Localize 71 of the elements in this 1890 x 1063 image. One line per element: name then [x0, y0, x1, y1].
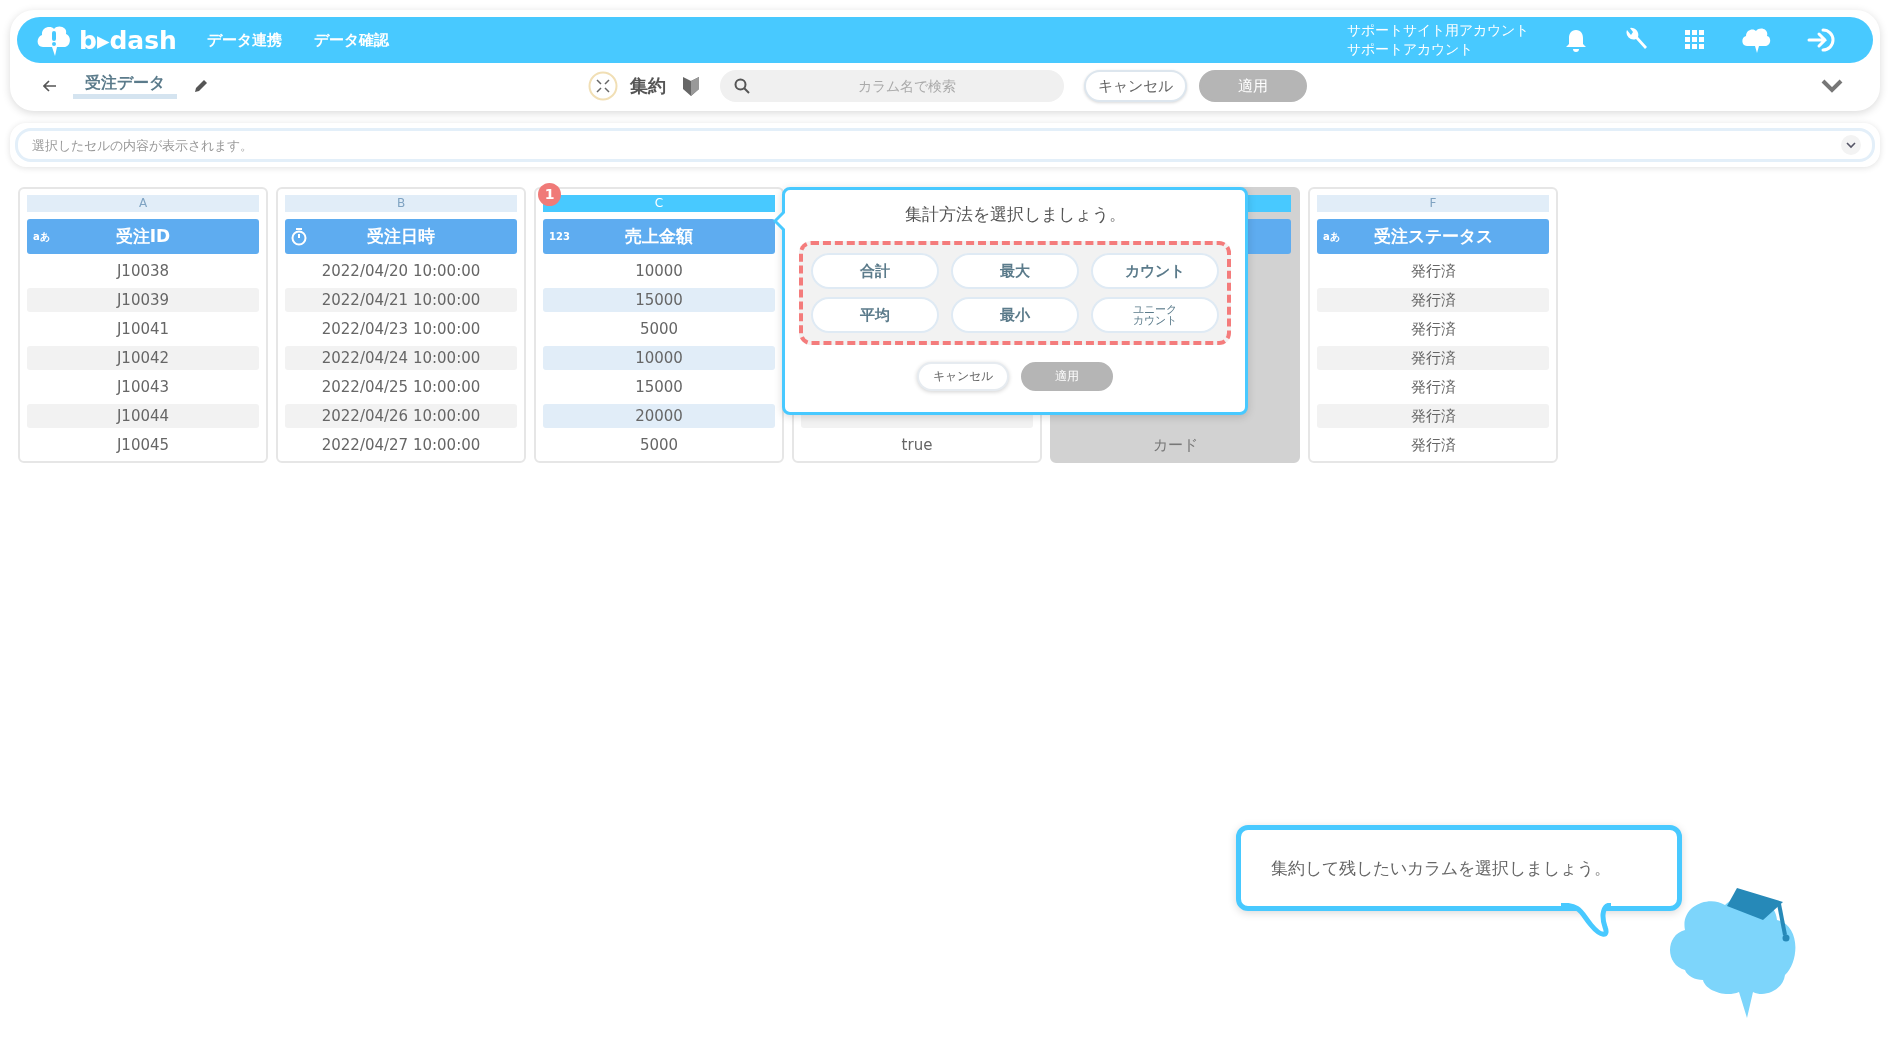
table-cell: J10044	[27, 404, 259, 428]
table-cell: 発行済	[1317, 346, 1549, 370]
table-cell-text: 10000	[634, 261, 684, 282]
table-cell: J10039	[27, 288, 259, 312]
stopwatch-icon	[291, 227, 307, 246]
table-cell-text: 発行済	[1409, 435, 1457, 456]
table-cell-text: true	[900, 435, 934, 456]
shield-icon[interactable]	[682, 75, 700, 97]
logo-text: b▸dash	[79, 25, 177, 55]
step-badge: 1	[538, 183, 561, 206]
aggregation-option[interactable]: カウント	[1091, 253, 1219, 289]
table-cell: J10042	[27, 346, 259, 370]
account-name: サポートサイト用アカウント	[1347, 21, 1529, 40]
table-cell-text: 2022/04/27 10:00:00	[320, 435, 482, 456]
table-cell-text: 5000	[638, 319, 680, 340]
mode-label: 集約	[630, 74, 666, 98]
column-header[interactable]: 123 売上金額	[543, 219, 775, 254]
column-card[interactable]: B 受注日時 2022/04/20 10:00:00 2022/04/21 10:00:00 2022/04/23 10:00:00 2022/04/24 10:00:00 2022/04/25 10:00:00 2022/04/26 10:00:00 2022/04/27 10:00:00	[276, 187, 526, 463]
table-cell-text: 発行済	[1409, 261, 1457, 282]
back-arrow-icon[interactable]	[43, 80, 57, 92]
collapse-icon[interactable]	[588, 71, 618, 101]
table-cell-text: J10045	[115, 435, 171, 456]
cell-content-field[interactable]: 選択したセルの内容が表示されます。	[15, 128, 1875, 162]
table-cell-text: J10041	[115, 319, 171, 340]
table-cell: 20000	[543, 404, 775, 428]
table-cell-text: 発行済	[1409, 319, 1457, 340]
table-cell: 10000	[543, 346, 775, 370]
aggregation-option[interactable]: ユニークカウント	[1091, 297, 1219, 333]
table-cell-text: 発行済	[1409, 377, 1457, 398]
table-cell-text: 2022/04/25 10:00:00	[320, 377, 482, 398]
type-label: aあ	[1323, 229, 1340, 244]
table-cell: 2022/04/24 10:00:00	[285, 346, 517, 370]
chevron-down-icon[interactable]	[1821, 79, 1843, 93]
table-cell-text: 15000	[634, 377, 684, 398]
search-icon	[734, 78, 750, 94]
cancel-button[interactable]: キャンセル	[1084, 70, 1187, 102]
type-label: aあ	[33, 229, 50, 244]
table-cell: 2022/04/21 10:00:00	[285, 288, 517, 312]
cloud-icon[interactable]	[1741, 26, 1771, 54]
logout-icon[interactable]	[1807, 27, 1837, 53]
account-name: サポートアカウント	[1347, 40, 1474, 59]
table-cell: 発行済	[1317, 288, 1549, 312]
column-card[interactable]: A aあ 受注ID J10038 J10039 J10041 J10042 J10043 J10044 J10045	[18, 187, 268, 463]
table-cell-text: 2022/04/20 10:00:00	[320, 261, 482, 282]
chevron-down-icon[interactable]	[1841, 135, 1861, 155]
table-cell-text: J10038	[115, 261, 171, 282]
column-header[interactable]: 受注日時	[285, 219, 517, 254]
popup-title: 集計方法を選択しましょう。	[903, 203, 1127, 226]
table-cell: 発行済	[1317, 404, 1549, 428]
table-cell: 2022/04/26 10:00:00	[285, 404, 517, 428]
column-header[interactable]: aあ 受注ID	[27, 219, 259, 254]
column-header[interactable]: aあ 受注ステータス	[1317, 219, 1549, 254]
type-label: 123	[549, 231, 570, 242]
guide-message: 集約して残したいカラムを選択しましょう。	[1271, 856, 1611, 880]
aggregation-option[interactable]: 最小	[951, 297, 1079, 333]
search-field[interactable]: カラム名で検索	[720, 70, 1064, 102]
aggregation-option[interactable]: 平均	[811, 297, 939, 333]
grid-icon[interactable]	[1685, 30, 1705, 50]
table-cell: 15000	[543, 288, 775, 312]
page-title[interactable]: 受注データ	[73, 73, 177, 99]
pencil-icon[interactable]	[193, 78, 209, 94]
table-cell-text: J10043	[115, 377, 171, 398]
aggregation-option[interactable]: 最大	[951, 253, 1079, 289]
column-card[interactable]: F aあ 受注ステータス 発行済 発行済 発行済 発行済 発行済 発行済 発行済	[1308, 187, 1558, 463]
bell-icon[interactable]	[1565, 28, 1587, 52]
table-cell-text: カード	[1151, 435, 1199, 456]
table-cell-text: 5000	[638, 435, 680, 456]
cancel-button[interactable]: キャンセル	[917, 362, 1009, 391]
table-cell-text: 2022/04/23 10:00:00	[320, 319, 482, 340]
aggregation-option[interactable]: 合計	[811, 253, 939, 289]
column-letter[interactable]: B	[285, 195, 517, 212]
